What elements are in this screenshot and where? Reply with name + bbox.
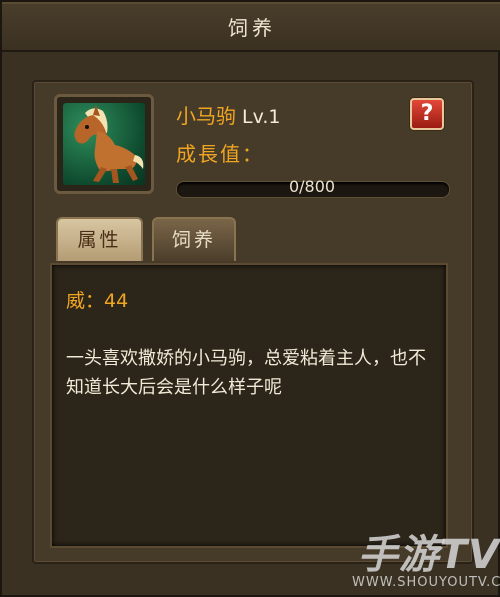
horse-portrait-icon	[63, 103, 145, 185]
tab-feeding[interactable]: 饲养	[152, 217, 236, 261]
window-title: 饲养	[228, 16, 276, 40]
feeding-window: 饲养 小马驹 Lv.1 ? 成長值： 0/800 属性 饲养 威：44 一头喜欢…	[0, 0, 500, 597]
watermark-logo: 手游TV	[357, 532, 500, 578]
stat-row: 威：44	[66, 286, 128, 313]
stat-value: 44	[104, 290, 129, 312]
pet-name: 小马驹	[176, 104, 236, 128]
title-bar: 饲养	[2, 2, 500, 52]
question-mark-icon: ?	[420, 101, 434, 126]
tab-attributes[interactable]: 属性	[56, 217, 143, 261]
pet-portrait	[54, 94, 154, 194]
pet-name-row: 小马驹 Lv.1	[176, 100, 280, 128]
stat-label: 威：	[66, 290, 105, 312]
watermark-url: WWW.SHOUYOUTV.COM	[352, 575, 500, 590]
help-button[interactable]: ?	[410, 98, 444, 130]
growth-progress-text: 0/800	[288, 177, 336, 196]
growth-label: 成長值：	[176, 142, 264, 166]
pet-description: 一头喜欢撒娇的小马驹，总爱粘着主人，也不知道长大后会是什么样子呢	[66, 348, 426, 398]
pet-level: Lv.1	[242, 106, 281, 128]
watermark: 手游TV WWW.SHOUYOUTV.COM	[352, 522, 500, 597]
